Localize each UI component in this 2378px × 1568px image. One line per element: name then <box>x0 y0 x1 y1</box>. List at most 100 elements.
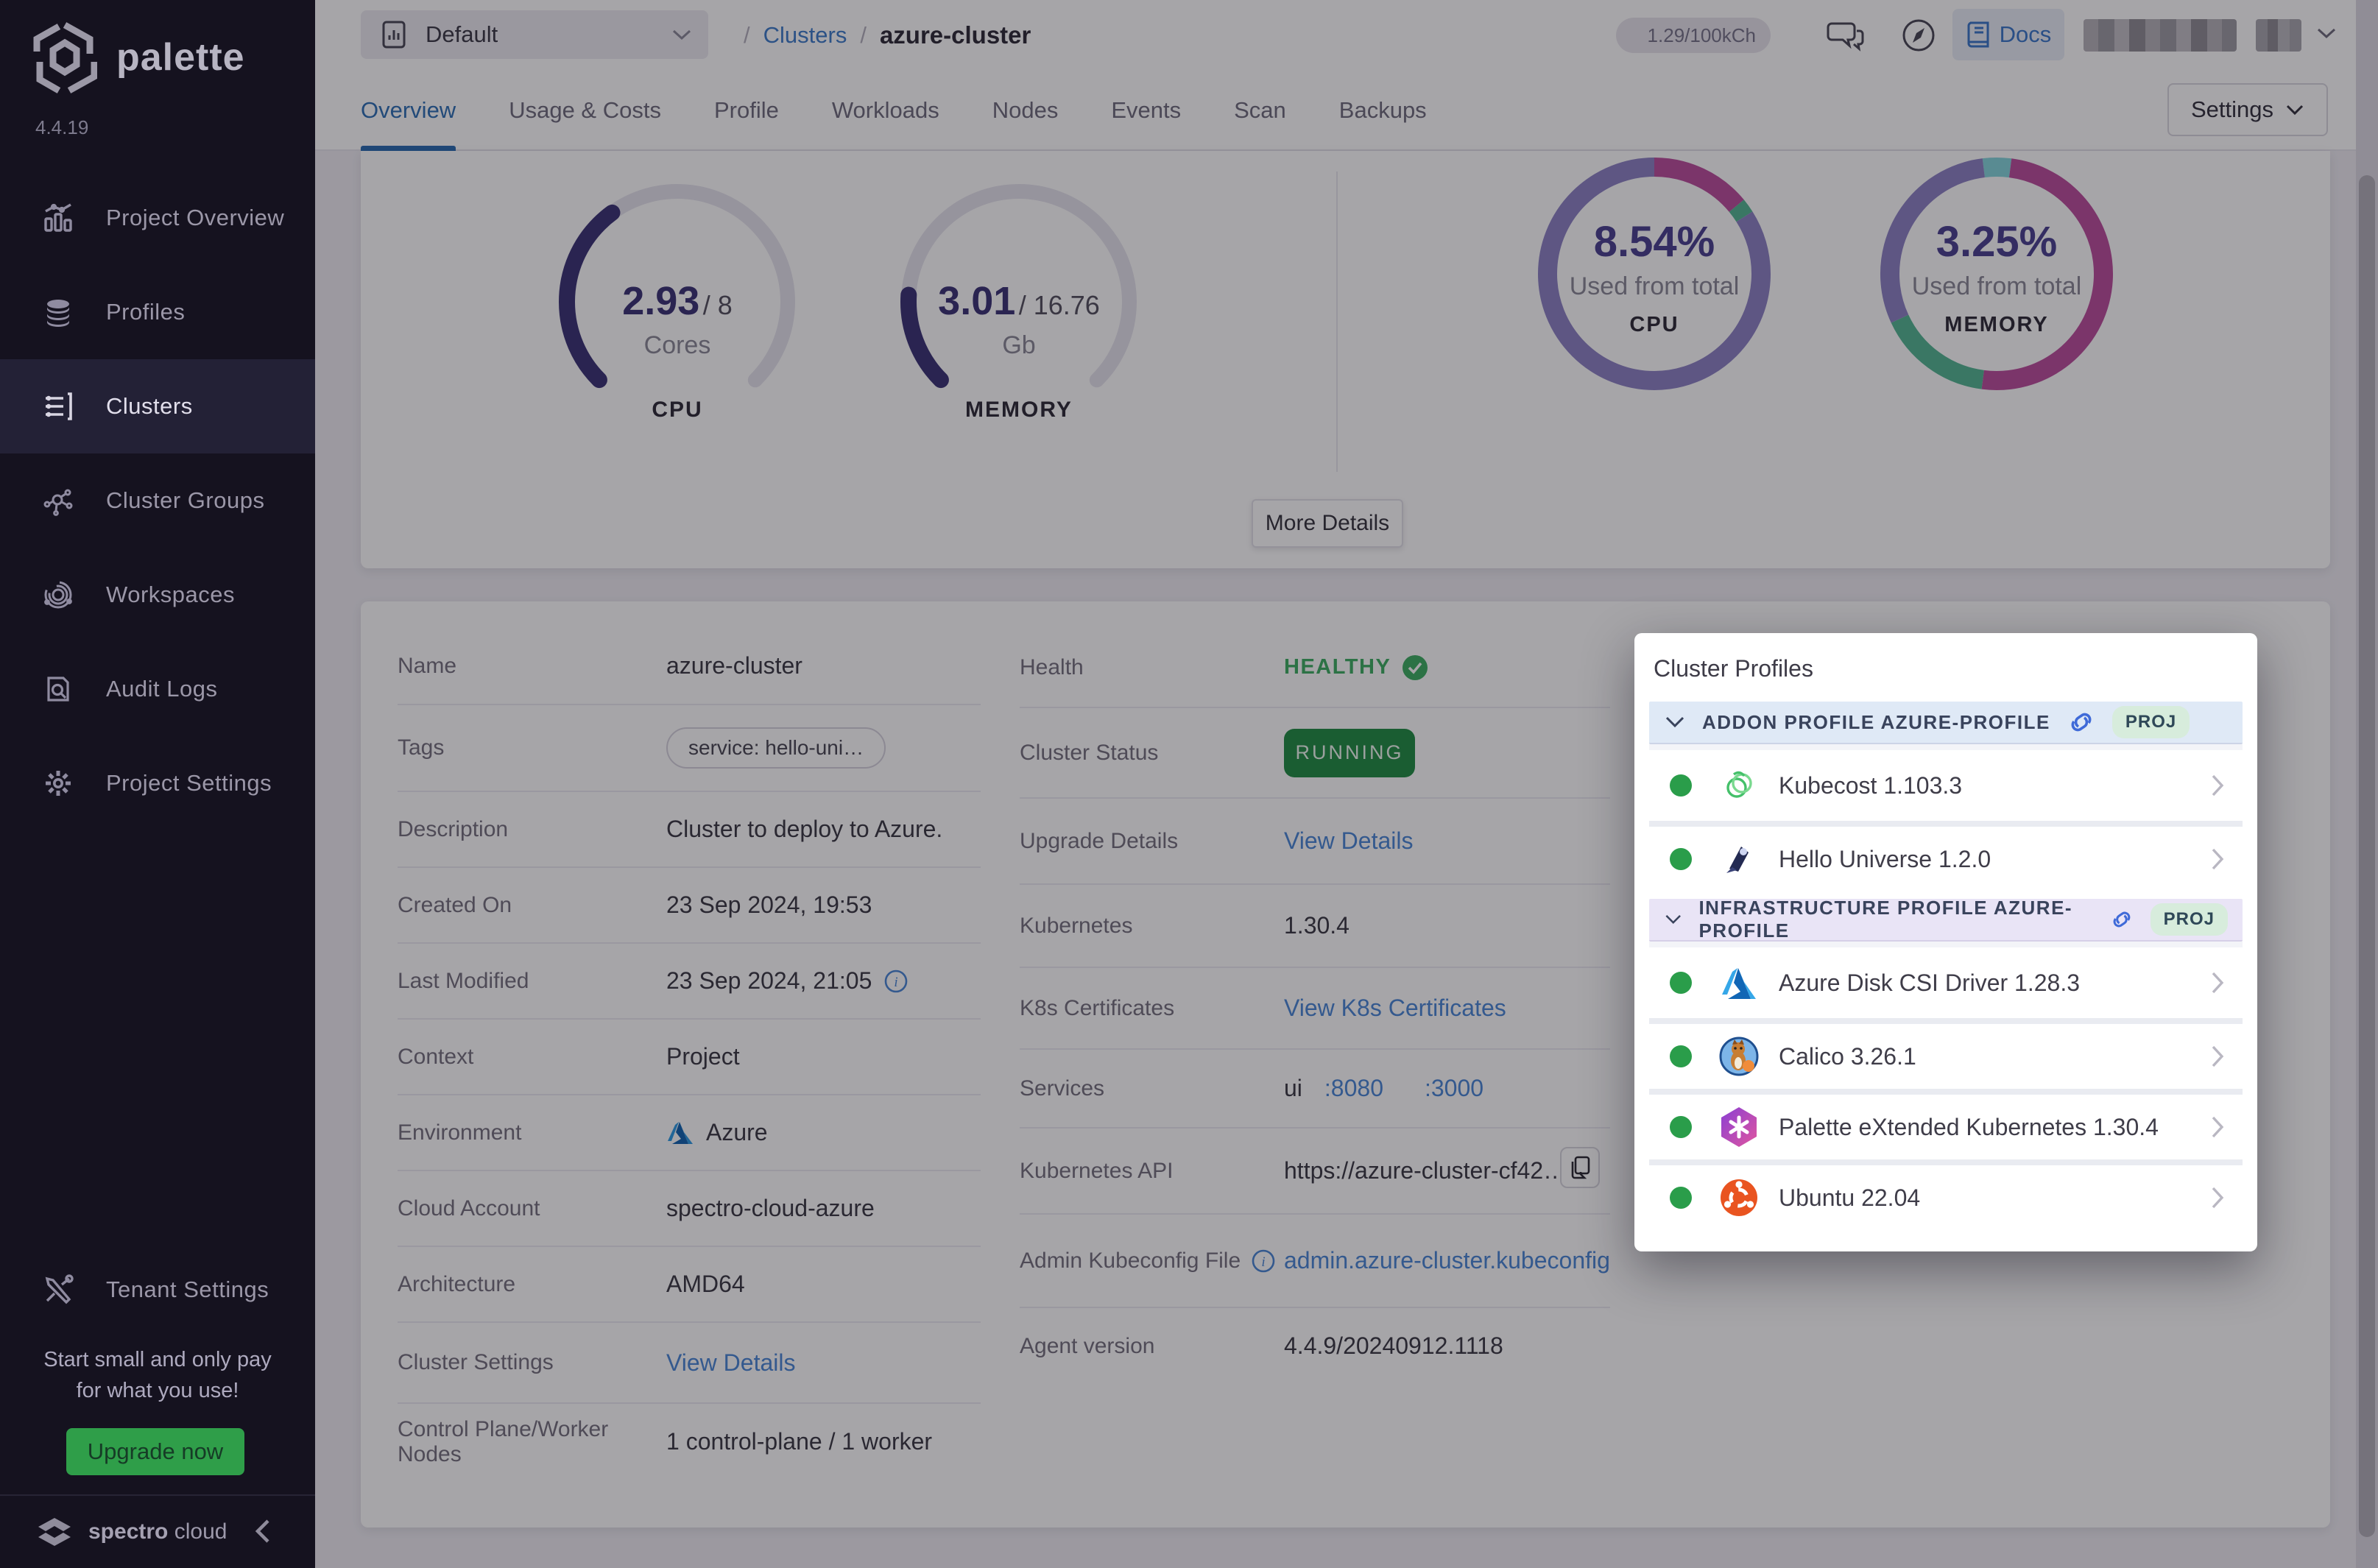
cpu-gauge-value: 2.93 <box>622 279 699 323</box>
detail-value: Azure <box>706 1119 768 1146</box>
book-icon <box>1966 20 1991 49</box>
profile-layer-kubecost[interactable]: Kubecost 1.103.3 <box>1649 750 2243 821</box>
service-name: ui <box>1284 1075 1302 1102</box>
spectro-cloud-logo <box>31 1509 78 1556</box>
sidebar-item-workspaces[interactable]: Workspaces <box>0 548 315 642</box>
addon-profile-header[interactable]: ADDON PROFILE AZURE-PROFILE PROJ <box>1649 702 2243 744</box>
compass-icon[interactable] <box>1898 15 1939 56</box>
tab-overview[interactable]: Overview <box>361 70 456 151</box>
chevron-right-icon <box>2210 847 2225 872</box>
copy-button[interactable] <box>1560 1147 1600 1188</box>
overview-metrics-card: 2.93 / 8 Cores CPU 3.01 / 16.76 Gb MEMOR… <box>361 151 2330 568</box>
view-k8s-certificates-link[interactable]: View K8s Certificates <box>1284 995 1506 1022</box>
tab-nodes[interactable]: Nodes <box>992 70 1059 151</box>
chevron-down-icon <box>1664 912 1682 927</box>
tab-events[interactable]: Events <box>1111 70 1181 151</box>
sidebar-item-cluster-groups[interactable]: Cluster Groups <box>0 453 315 548</box>
profile-header-label: INFRASTRUCTURE PROFILE AZURE-PROFILE <box>1698 897 2092 942</box>
sidebar-item-project-settings[interactable]: Project Settings <box>0 736 315 830</box>
more-details-button[interactable]: More Details <box>1252 499 1403 548</box>
infrastructure-profile-header[interactable]: INFRASTRUCTURE PROFILE AZURE-PROFILE PRO… <box>1649 899 2243 942</box>
cluster-status-badge[interactable]: RUNNING <box>1284 729 1415 777</box>
service-port-link[interactable]: :3000 <box>1425 1075 1483 1102</box>
status-dot <box>1670 972 1692 994</box>
tab-scan[interactable]: Scan <box>1234 70 1286 151</box>
user-menu-chevron-icon[interactable] <box>2316 27 2337 40</box>
breadcrumb-current: azure-cluster <box>880 21 1031 49</box>
tag-pill[interactable]: service: hello-uni… <box>666 727 886 769</box>
memory-gauge-title: MEMORY <box>894 398 1144 423</box>
palette-logo-icon <box>32 21 97 94</box>
scope-badge: PROJ <box>2151 903 2228 936</box>
cpu-gauge-unit: Cores <box>552 331 802 360</box>
project-selector[interactable]: Default <box>361 10 708 59</box>
scope-badge: PROJ <box>2112 706 2190 738</box>
sidebar-item-clusters[interactable]: Clusters <box>0 359 315 453</box>
cpu-donut-sublabel: Used from total <box>1533 272 1776 301</box>
info-icon[interactable]: i <box>1251 1249 1276 1274</box>
sidebar: palette 4.4.19 Project Overview Profiles… <box>0 0 315 1568</box>
detail-row-last-modified: Last Modified 23 Sep 2024, 21:05 i <box>398 942 981 1018</box>
profile-layer-name: Kubecost 1.103.3 <box>1779 772 2210 799</box>
details-left-column: Name azure-cluster Tags service: hello-u… <box>398 628 981 1480</box>
profile-layer-name: Calico 3.26.1 <box>1779 1043 2210 1070</box>
hello-universe-logo <box>1718 838 1760 880</box>
profile-layer-pxk[interactable]: Palette eXtended Kubernetes 1.30.4 <box>1649 1089 2243 1159</box>
tab-profile[interactable]: Profile <box>714 70 779 151</box>
detail-value: 23 Sep 2024, 19:53 <box>666 891 981 919</box>
brand-light: cloud <box>174 1519 227 1544</box>
view-details-link[interactable]: View Details <box>666 1349 795 1377</box>
link-icon <box>2067 710 2096 734</box>
cluster-groups-icon <box>41 484 75 518</box>
tab-usage-costs[interactable]: Usage & Costs <box>509 70 661 151</box>
page-scrollbar[interactable] <box>2356 0 2378 1568</box>
detail-label: Tags <box>398 735 666 760</box>
profile-layer-hello-universe[interactable]: Hello Universe 1.2.0 <box>1649 821 2243 891</box>
project-settings-icon <box>41 766 75 800</box>
docs-button[interactable]: Docs <box>1952 9 2064 60</box>
detail-value: 1.30.4 <box>1284 912 1610 939</box>
memory-donut-title: MEMORY <box>1875 313 2118 337</box>
scrollbar-thumb[interactable] <box>2359 175 2375 1537</box>
palette-logo: palette <box>32 21 245 94</box>
profile-layer-ubuntu[interactable]: Ubuntu 22.04 <box>1649 1159 2243 1230</box>
kubeconfig-download-link[interactable]: admin.azure-cluster.kubeconfig <box>1284 1245 1637 1276</box>
detail-row-cloud-account: Cloud Account spectro-cloud-azure <box>398 1170 981 1246</box>
detail-value: AMD64 <box>666 1271 981 1298</box>
redacted-username-suffix <box>2256 19 2301 52</box>
card-divider <box>1336 172 1338 472</box>
upgrade-now-button[interactable]: Upgrade now <box>66 1428 244 1475</box>
tab-workloads[interactable]: Workloads <box>832 70 939 151</box>
sidebar-footer: spectro cloud <box>0 1494 315 1568</box>
settings-button[interactable]: Settings <box>2167 83 2328 136</box>
detail-label: Name <box>398 654 666 679</box>
detail-label: Agent version <box>1020 1334 1284 1359</box>
breadcrumb: / Clusters / azure-cluster <box>744 0 1031 70</box>
details-right-column: Health HEALTHY Cluster Status RUNNING Up… <box>1020 628 1610 1384</box>
sidebar-item-project-overview[interactable]: Project Overview <box>0 171 315 265</box>
upgrade-details-link[interactable]: View Details <box>1284 827 1413 855</box>
breadcrumb-clusters-link[interactable]: Clusters <box>763 22 847 49</box>
sidebar-item-profiles[interactable]: Profiles <box>0 265 315 359</box>
addon-profile-rows: Kubecost 1.103.3 Hello Universe 1.2.0 <box>1649 744 2243 891</box>
chat-icon[interactable] <box>1826 15 1867 56</box>
service-port-link[interactable]: :8080 <box>1324 1075 1383 1102</box>
sidebar-item-tenant-settings[interactable]: Tenant Settings <box>0 1243 315 1337</box>
redacted-username[interactable] <box>2084 19 2237 52</box>
profile-layer-calico[interactable]: Calico 3.26.1 <box>1649 1018 2243 1089</box>
detail-row-health: Health HEALTHY <box>1020 628 1610 707</box>
profile-layer-azure-csi[interactable]: Azure Disk CSI Driver 1.28.3 <box>1649 947 2243 1018</box>
collapse-sidebar-icon[interactable] <box>253 1516 272 1546</box>
detail-value: 23 Sep 2024, 21:05 <box>666 967 872 995</box>
detail-row-k8s-certificates: K8s Certificates View K8s Certificates <box>1020 967 1610 1048</box>
profile-layer-name: Azure Disk CSI Driver 1.28.3 <box>1779 970 2210 997</box>
cpu-donut-title: CPU <box>1533 313 1776 337</box>
health-status-text: HEALTHY <box>1284 655 1391 679</box>
sidebar-item-audit-logs[interactable]: Audit Logs <box>0 642 315 736</box>
detail-row-services: Services ui :8080 :3000 <box>1020 1048 1610 1127</box>
health-status-badge: HEALTHY <box>1284 654 1429 682</box>
azure-logo <box>1718 962 1760 1003</box>
tab-backups[interactable]: Backups <box>1339 70 1427 151</box>
sidebar-item-label: Audit Logs <box>106 676 218 702</box>
info-icon[interactable]: i <box>883 969 908 994</box>
